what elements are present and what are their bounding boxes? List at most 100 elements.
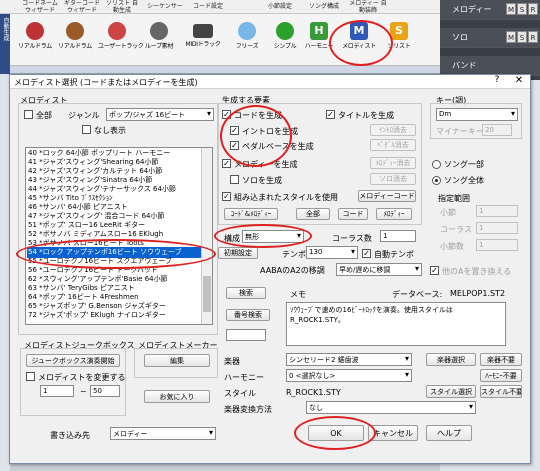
generate-melody-checkbox[interactable]: ✓: [222, 159, 231, 168]
help-button[interactable]: ヘルプ: [426, 425, 472, 441]
cancel-button[interactable]: キャンセル: [368, 425, 418, 441]
midi-keyboard-icon: [193, 24, 213, 38]
generate-title-checkbox[interactable]: ✓: [326, 110, 335, 119]
auto-tempo-checkbox[interactable]: ✓: [362, 249, 371, 258]
list-scrollbar-thumb[interactable]: [203, 276, 211, 312]
freeze-button[interactable]: フリーズ: [228, 20, 266, 64]
help-icon[interactable]: ?: [490, 75, 504, 88]
generate-chords-checkbox[interactable]: ✓: [222, 110, 231, 119]
minor-key-input[interactable]: 20: [482, 124, 512, 136]
key-select[interactable]: Dm: [436, 108, 518, 121]
harmony-button[interactable]: H ハーモニー: [300, 20, 338, 64]
simple-button[interactable]: シンプル: [266, 20, 304, 64]
all-checkbox[interactable]: [24, 110, 33, 119]
realdrums2-button[interactable]: リアルドラム: [56, 20, 94, 64]
instrument-none-button[interactable]: 楽器不要: [480, 353, 522, 366]
loop-material-label: ループ素材: [144, 43, 174, 50]
loop-material-button[interactable]: ループ素材: [140, 20, 178, 64]
menu-chord-wizard[interactable]: コードネーム ウィザード: [20, 0, 60, 14]
midi-track-button[interactable]: MIDIトラック: [184, 20, 222, 64]
chorus-count-input[interactable]: 1: [380, 230, 416, 242]
melody-clear-button[interactable]: ﾒﾛﾃﾞｨｰ消去: [370, 157, 416, 169]
number-search-input[interactable]: [226, 329, 266, 341]
search-button[interactable]: 検索: [226, 287, 266, 299]
no-display-checkbox[interactable]: [82, 125, 91, 134]
random-melodist-checkbox[interactable]: [26, 372, 35, 381]
realdrums-button[interactable]: リアルドラム: [16, 20, 54, 64]
menu-melody-embellish[interactable]: メロディー 自動装飾: [348, 0, 388, 14]
instrument-select-button[interactable]: 楽器選択: [426, 353, 476, 366]
record-button[interactable]: R: [528, 31, 538, 43]
edit-button[interactable]: 編集: [144, 354, 210, 367]
mute-button[interactable]: M: [506, 31, 516, 43]
auto-tempo-label: 自動テンポ: [374, 250, 414, 259]
style-select-button[interactable]: スタイル選択: [426, 385, 476, 398]
aaba-transpose-select[interactable]: 早め/遅めに移調: [336, 263, 422, 276]
solo-button[interactable]: S: [517, 3, 527, 15]
melodist-list[interactable]: 40 *ロック 64小節 ポップリート ハーモニー 41 *ジャズ'スウィング'…: [25, 147, 213, 325]
style-none-button[interactable]: スタイル不要: [480, 385, 522, 398]
generate-pedal-label: ペダルベースを生成: [242, 142, 314, 151]
menu-song-form[interactable]: ソング構成: [304, 0, 344, 14]
generate-intro-checkbox[interactable]: ✓: [230, 126, 239, 135]
number-search-button[interactable]: 番号検索: [226, 309, 270, 321]
jukebox-start-button[interactable]: ジュークボックス演奏開始: [26, 354, 120, 367]
snowflake-icon: [238, 22, 256, 40]
harmony-none-button[interactable]: ﾊｰﾓﾆｰ不要: [480, 369, 522, 382]
song-whole-label: ソング全体: [444, 176, 484, 185]
use-embedded-style-checkbox[interactable]: ✓: [222, 192, 231, 201]
chorus-input[interactable]: 1: [476, 222, 518, 234]
melodist-button[interactable]: M メロディスト: [340, 20, 378, 64]
menu-sequencer[interactable]: シーケンサー: [145, 0, 185, 14]
solo-clear-button[interactable]: ソロ消去: [370, 173, 416, 185]
memo-text: ｿｳｳｪｰﾌﾞで速めの16ﾋﾞｰﾄﾛｯｸを演奏。使用スタイルはR_ROCK1.S…: [286, 302, 506, 346]
favorites-button[interactable]: お気に入り: [144, 390, 210, 403]
track-soloist[interactable]: ソロ M S R: [440, 28, 540, 48]
menu-soloist-generate[interactable]: ソリスト 自動生成: [104, 0, 140, 14]
soloist-button[interactable]: S ソリスト: [380, 20, 418, 64]
freeze-label: フリーズ: [235, 43, 259, 50]
range-from-input[interactable]: 1: [40, 385, 74, 397]
mute-button[interactable]: M: [506, 3, 516, 15]
song-whole-radio[interactable]: [432, 176, 441, 185]
aaba-transpose-label: AABAのA2の移調: [260, 266, 325, 275]
solo-button[interactable]: S: [517, 31, 527, 43]
structure-select[interactable]: 無形: [242, 230, 304, 243]
user-track-button[interactable]: ユーザートラック: [98, 20, 144, 64]
transform-select[interactable]: なし: [306, 401, 476, 414]
chord-and-melody-button[interactable]: ｺｰﾄﾞ&ﾒﾛﾃﾞｨｰ: [224, 208, 278, 220]
track-band[interactable]: バンド: [440, 56, 540, 76]
intro-clear-button[interactable]: ｲﾝﾄﾛ消去: [370, 124, 416, 136]
ok-button[interactable]: OK: [308, 425, 364, 441]
replace-other-a-checkbox[interactable]: ✓: [430, 266, 439, 275]
pedal-clear-button[interactable]: ﾍﾟﾀﾞﾙ消去: [370, 139, 416, 151]
melody-chord-button[interactable]: メロディーコード: [358, 190, 416, 202]
write-to-select[interactable]: メロディー: [110, 427, 216, 440]
all-label: 全部: [36, 111, 52, 120]
menu-bar-settings[interactable]: 小節設定: [262, 0, 298, 14]
generate-solo-checkbox[interactable]: [230, 175, 239, 184]
melody-button[interactable]: ﾒﾛﾃﾞｨｰ: [376, 208, 412, 220]
tempo-select[interactable]: 130: [306, 246, 358, 259]
range-to-input[interactable]: 50: [90, 385, 120, 397]
record-button[interactable]: R: [528, 3, 538, 15]
menu-chord-settings[interactable]: コード設定: [190, 0, 226, 14]
all-button[interactable]: 全部: [296, 208, 330, 220]
genre-select[interactable]: ポップ/ジャズ 16ビート: [106, 108, 214, 121]
use-embedded-style-label: 組み込まれたスタイルを使用: [234, 193, 338, 202]
user-track-label: ユーザートラック: [98, 43, 144, 50]
bar-count-input[interactable]: 1: [476, 239, 518, 251]
song-part-radio[interactable]: [432, 160, 441, 169]
bar-input[interactable]: 1: [476, 205, 518, 217]
init-settings-button[interactable]: 初期設定: [218, 247, 258, 259]
track-melody[interactable]: メロディー M S R: [440, 0, 540, 20]
list-item[interactable]: 72 *ジャズ'ポップ' EKlugh ナイロンギター: [28, 310, 200, 321]
menu-guitar-chord-wizard[interactable]: ギターコード ウィザード: [62, 0, 102, 14]
harmony-select[interactable]: 0 <選択なし>: [286, 369, 412, 382]
instrument-select[interactable]: シンセリード2 鋸歯波: [286, 353, 412, 366]
generate-pedal-checkbox[interactable]: ✓: [230, 141, 239, 150]
chord-button[interactable]: コード: [338, 208, 368, 220]
close-icon[interactable]: ✕: [510, 75, 528, 88]
list-scrollbar[interactable]: [201, 148, 212, 324]
database-value: MELPOP1.ST2: [450, 289, 506, 298]
